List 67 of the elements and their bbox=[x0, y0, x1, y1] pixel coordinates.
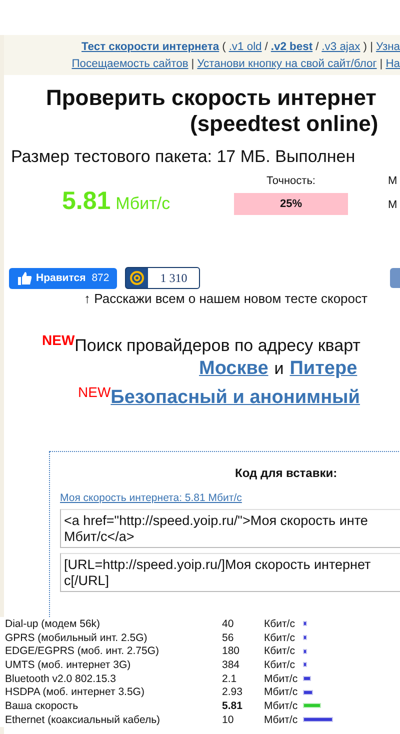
connection-name: Dial-up (модем 56k) bbox=[5, 618, 102, 630]
speed-unit: Мбит/с bbox=[264, 672, 299, 685]
connection-name: HSDPA (моб. интернет 3.5G) bbox=[5, 686, 146, 698]
speed-bar bbox=[304, 677, 310, 680]
new-label: NEW bbox=[78, 384, 111, 400]
column-value: М bbox=[388, 199, 398, 211]
new-label: NEW bbox=[42, 332, 75, 348]
page-title: Проверить скорость интернет bbox=[45, 85, 378, 111]
page-subtitle: (speedtest online) bbox=[189, 111, 380, 137]
speed-unit: Мбит/с bbox=[264, 686, 299, 698]
separator: ) | bbox=[363, 40, 373, 55]
connection-name: GPRS (мобильный инт. 2.5G) bbox=[5, 632, 148, 644]
speed-value: 5.81 bbox=[222, 700, 244, 712]
preview-link[interactable]: Моя скорость интернета: 5.81 Мбит/с bbox=[60, 492, 400, 504]
connection-name: UMTS (моб. интернет 3G) bbox=[5, 658, 132, 671]
speed-value: 384 bbox=[222, 658, 241, 671]
speed-bar bbox=[304, 704, 320, 708]
separator: | bbox=[191, 57, 194, 72]
connection-name: Bluetooth v2.0 802.15.3 bbox=[5, 672, 117, 685]
separator: / bbox=[264, 40, 268, 55]
connection-name: EDGE/EGPRS (моб. инт. 2.75G) bbox=[5, 645, 160, 658]
speed-unit: Мбит/с bbox=[116, 194, 170, 213]
speed-unit: Кбит/с bbox=[264, 618, 296, 630]
conjunction: и bbox=[274, 359, 284, 379]
nav-link[interactable]: Узна bbox=[376, 39, 400, 56]
speed-value: 10 bbox=[222, 714, 235, 726]
speed-value: 5.81 bbox=[62, 187, 111, 215]
speed-value: 2.1 bbox=[222, 672, 238, 685]
column-label: М bbox=[388, 175, 398, 187]
like-button[interactable]: Нравится 872 bbox=[9, 268, 118, 288]
speed-unit: Мбит/с bbox=[264, 714, 299, 726]
mail-share-button[interactable]: 1 310 bbox=[125, 267, 200, 289]
nav-link[interactable]: .v2 best bbox=[270, 39, 313, 56]
accuracy-label: Точность: bbox=[266, 175, 316, 187]
speed-value: 180 bbox=[222, 645, 241, 658]
city-link[interactable]: Москве bbox=[199, 358, 268, 380]
speed-bar bbox=[304, 718, 332, 722]
accuracy-value: 25% bbox=[234, 193, 348, 215]
nav-link[interactable]: Тест скорости интернета bbox=[82, 39, 220, 56]
separator: / bbox=[316, 40, 319, 55]
share-button[interactable] bbox=[390, 268, 400, 288]
connection-name: Ethernet (коаксиальный кабель) bbox=[5, 714, 162, 726]
promo-link[interactable]: Безопасный и анонимный bbox=[110, 387, 360, 409]
speed-value: 2.93 bbox=[222, 686, 244, 698]
speed-unit: Кбит/с bbox=[264, 645, 296, 658]
embed-title: Код для вставки: bbox=[234, 466, 338, 480]
speed-unit: Кбит/с bbox=[264, 658, 296, 671]
promo-text: Поиск провайдеров по адресу кварт bbox=[74, 336, 360, 356]
nav-link[interactable]: Установи кнопку на свой сайт/блог bbox=[197, 56, 377, 73]
nav-link[interactable]: Посещаемость сайтов bbox=[72, 56, 188, 73]
separator: ( bbox=[222, 40, 226, 55]
speed-value: 56 bbox=[222, 632, 235, 644]
nav-link[interactable]: .v1 old bbox=[228, 39, 262, 56]
thumbs-up-icon bbox=[18, 272, 32, 284]
speed-value: 40 bbox=[222, 618, 235, 630]
nav-link[interactable]: .v3 ajax bbox=[322, 39, 360, 56]
code-field[interactable]: <a href="http://speed.yoip.ru/">Моя скорость инте Мбит/с</a> bbox=[60, 509, 400, 548]
connection-name: Ваша скорость bbox=[5, 700, 80, 712]
speed-unit: Мбит/с bbox=[264, 700, 299, 712]
separator: | bbox=[380, 57, 383, 72]
code-field[interactable]: [URL=http://speed.yoip.ru/]Моя скорость интернет c[/URL] bbox=[60, 553, 400, 592]
packet-info: Размер тестового пакета: 17 МБ. Выполнен bbox=[10, 147, 356, 167]
share-text: ↑ Расскажи всем о нашем новом тесте скорост bbox=[83, 291, 368, 306]
nav-link[interactable]: На bbox=[386, 56, 400, 73]
speed-bar bbox=[304, 690, 312, 694]
city-link[interactable]: Питере bbox=[290, 358, 358, 380]
speed-unit: Кбит/с bbox=[264, 632, 296, 644]
